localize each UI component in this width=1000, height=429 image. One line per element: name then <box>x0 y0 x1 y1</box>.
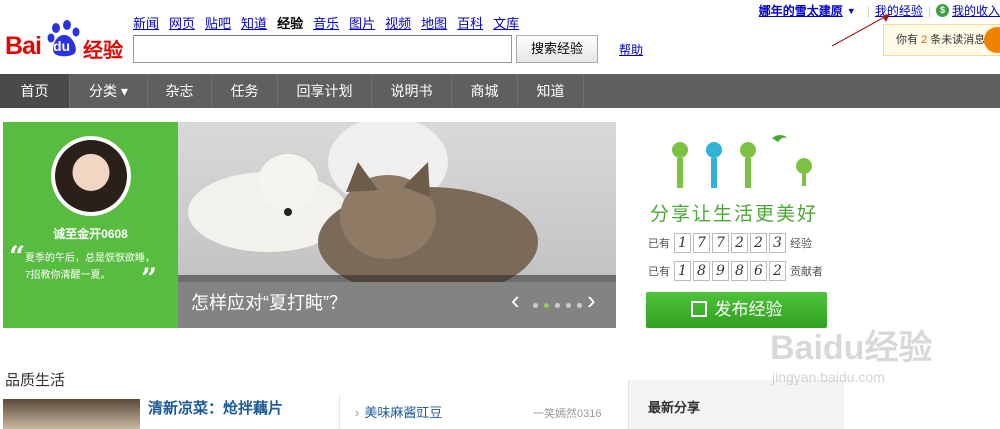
nav-item-zhidao[interactable]: 知道 <box>518 74 584 108</box>
nav-item-task[interactable]: 任务 <box>212 74 278 108</box>
recent-share-title: 最新分享 <box>648 400 701 415</box>
search-button[interactable]: 搜索经验 <box>516 35 598 63</box>
slider-dot-active[interactable] <box>544 303 549 308</box>
stat-suffix: 贡献者 <box>790 266 823 278</box>
slider-dot[interactable] <box>566 303 571 308</box>
digit: 7 <box>693 233 710 253</box>
banner-quote: 夏季的午后，总是恹恹欲睡，7招教你清醒一夏。 <box>25 253 155 281</box>
digit: 1 <box>674 261 691 281</box>
slogan: 分享让生活更美好 <box>650 203 819 225</box>
digit: 2 <box>750 233 767 253</box>
edit-icon <box>690 301 707 317</box>
product-link[interactable]: 网页 <box>169 13 195 32</box>
open-quote-icon: “ <box>9 240 26 273</box>
article-thumbnail[interactable] <box>3 399 140 429</box>
main-nav: 首页 分类 ▾ 杂志 任务 回享计划 说明书 商城 知道 <box>0 74 1000 108</box>
recent-share-panel: 最新分享 <box>628 380 844 429</box>
slider-dot[interactable] <box>533 303 538 308</box>
product-link[interactable]: 音乐 <box>313 13 339 32</box>
author-panel: 诚至金开0608 “ 夏季的午后，总是恹恹欲睡，7招教你清醒一夏。 ” <box>3 122 186 328</box>
product-link-current[interactable]: 经验 <box>277 13 303 32</box>
slider-prev-icon[interactable]: ‹ <box>511 287 520 313</box>
my-income-link[interactable]: 我的收入 <box>952 2 1000 19</box>
list-item[interactable]: › 美味麻酱豇豆 <box>355 402 442 421</box>
digit: 8 <box>693 261 710 281</box>
article-title[interactable]: 清新凉菜：炝拌藕片 <box>148 397 283 418</box>
stat-prefix: 已有 <box>648 238 670 250</box>
list-item-title[interactable]: 美味麻酱豇豆 <box>364 405 442 420</box>
digit: 2 <box>731 233 748 253</box>
logo-jingyan-text: 经验 <box>83 40 123 62</box>
nav-item-category[interactable]: 分类 ▾ <box>70 74 148 108</box>
section-title: 品质生活 <box>5 372 66 389</box>
help-link[interactable]: 帮助 <box>619 41 643 58</box>
logo-du-text: du <box>53 38 71 54</box>
digit: 7 <box>712 233 729 253</box>
divider <box>339 395 340 429</box>
product-link[interactable]: 文库 <box>493 13 519 32</box>
digit: 2 <box>769 261 786 281</box>
slider-dot[interactable] <box>577 303 582 308</box>
contributor-count: 已有 1 8 9 8 6 2 贡献者 <box>648 261 823 281</box>
digit: 1 <box>674 233 691 253</box>
nav-item-home[interactable]: 首页 <box>0 74 70 108</box>
product-link[interactable]: 百科 <box>457 13 483 32</box>
stat-suffix: 经验 <box>790 238 812 250</box>
nav-item-share-plan[interactable]: 回享计划 <box>278 74 372 108</box>
watermark-logo: Baidu经验 <box>770 329 933 367</box>
logo-bai-text: Bai <box>5 32 42 60</box>
baidu-jingyan-logo[interactable]: Bai du 经验 <box>5 18 125 62</box>
product-link[interactable]: 地图 <box>421 13 447 32</box>
experience-count: 已有 1 7 7 2 2 3 经验 <box>648 233 812 253</box>
publish-label: 发布经验 <box>714 300 783 319</box>
product-nav: 新闻 网页 贴吧 知道 经验 音乐 图片 视频 地图 百科 文库 <box>133 13 529 32</box>
digit: 6 <box>750 261 767 281</box>
nav-item-mall[interactable]: 商城 <box>452 74 518 108</box>
digit: 3 <box>769 233 786 253</box>
avatar[interactable] <box>51 136 131 216</box>
dollar-coin-icon: $ <box>935 4 949 17</box>
nav-item-manual[interactable]: 说明书 <box>372 74 452 108</box>
watermark-url: jingyan.baidu.com <box>772 369 885 385</box>
featured-banner[interactable]: 诚至金开0608 “ 夏季的午后，总是恹恹欲睡，7招教你清醒一夏。 ” 怎样应对… <box>3 122 616 328</box>
product-link[interactable]: 知道 <box>241 13 267 32</box>
product-link[interactable]: 新闻 <box>133 13 159 32</box>
author-name[interactable]: 诚至金开0608 <box>3 225 178 242</box>
product-link[interactable]: 图片 <box>349 13 375 32</box>
slider-dots <box>533 303 582 308</box>
banner-caption[interactable]: 怎样应对“夏打盹”？ <box>178 275 616 328</box>
banner-title[interactable]: 怎样应对“夏打盹”？ <box>191 289 347 315</box>
slider-next-icon[interactable]: › <box>587 287 596 313</box>
close-quote-icon: ” <box>141 262 158 295</box>
baidu-watermark: Baidu经验 jingyan.baidu.com <box>770 320 932 385</box>
notice-suffix: 条未读消息 <box>927 34 986 46</box>
chevron-right-icon: › <box>355 405 360 420</box>
product-link[interactable]: 贴吧 <box>205 13 231 32</box>
divider: | <box>927 3 931 18</box>
nav-item-magazine[interactable]: 杂志 <box>148 74 212 108</box>
unread-message-notice[interactable]: 你有 2 条未读消息 <box>883 24 1000 56</box>
digit: 9 <box>712 261 729 281</box>
digit: 8 <box>731 261 748 281</box>
notice-prefix: 你有 <box>896 34 922 46</box>
notification-badge-icon <box>984 27 1000 53</box>
people-tree-icon <box>672 135 812 188</box>
search-input[interactable] <box>133 35 512 63</box>
stat-prefix: 已有 <box>648 266 670 278</box>
product-link[interactable]: 视频 <box>385 13 411 32</box>
slider-dot[interactable] <box>555 303 560 308</box>
list-item-author[interactable]: 一笑嫣然0316 <box>533 405 601 421</box>
